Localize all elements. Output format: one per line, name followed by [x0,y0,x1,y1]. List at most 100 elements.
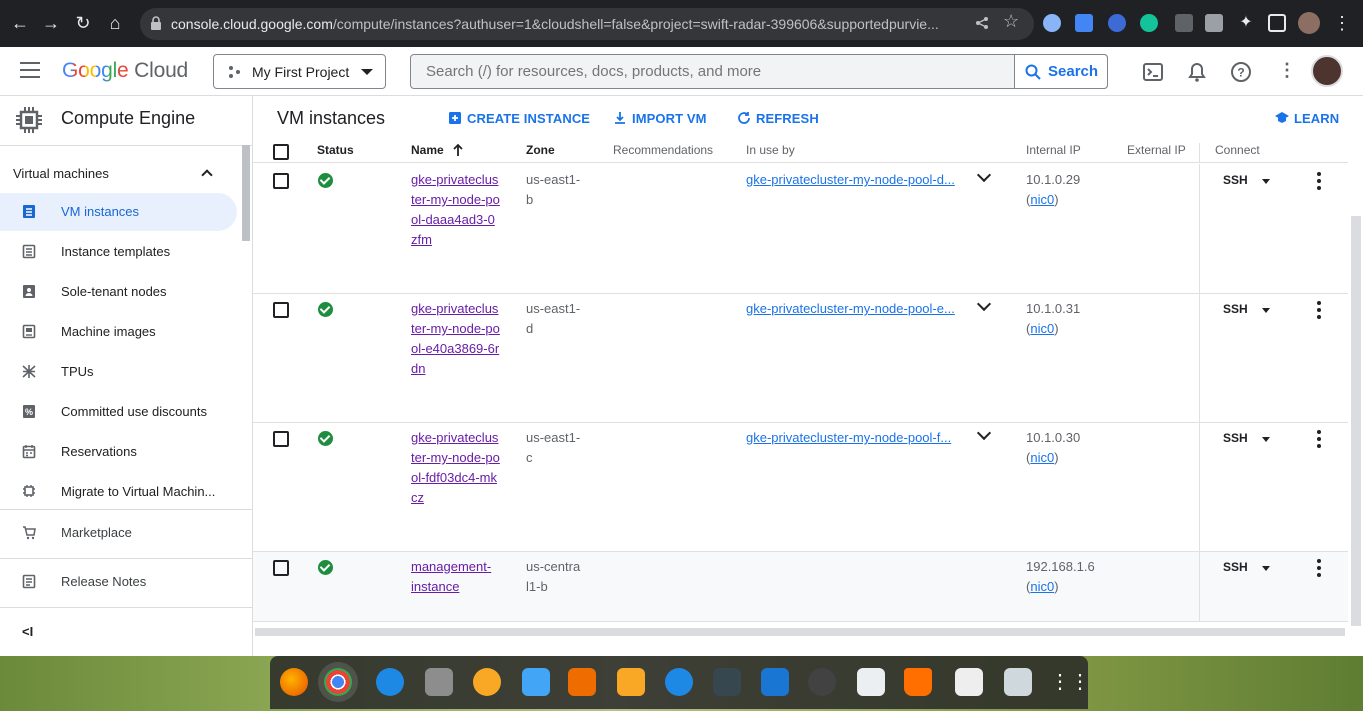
select-all-checkbox[interactable] [273,144,289,160]
share-icon[interactable] [975,16,989,30]
learn-button[interactable]: LEARN [1275,111,1339,126]
ssh-dropdown-icon[interactable] [1262,437,1270,442]
chevron-down-icon[interactable] [976,167,992,183]
row-checkbox[interactable] [273,560,289,576]
browser-menu-icon[interactable]: ⋮ [1331,12,1353,34]
sidebar-item-sole-tenant-nodes[interactable]: Sole-tenant nodes [0,273,237,311]
sidepanel-icon[interactable] [1268,14,1286,32]
nic-link[interactable]: nic0 [1030,450,1054,465]
vlc-icon[interactable] [904,668,932,696]
column-zone[interactable]: Zone [526,143,555,157]
sidebar-item-release-notes[interactable]: Release Notes [0,563,237,601]
back-icon[interactable]: ← [9,12,31,34]
forward-icon[interactable]: → [40,12,62,34]
row-actions-icon[interactable] [1317,430,1321,451]
column-internal-ip[interactable]: Internal IP [1026,143,1081,157]
help-app-icon[interactable] [665,668,693,696]
sidebar-item-marketplace[interactable]: Marketplace [0,514,237,552]
nic-link[interactable]: nic0 [1030,579,1054,594]
nic-link[interactable]: nic0 [1030,192,1054,207]
ssh-button[interactable]: SSH [1223,560,1248,574]
vscode-icon[interactable] [761,668,789,696]
trash-icon[interactable] [1004,668,1032,696]
nav-scrollbar[interactable] [242,145,250,241]
search-button[interactable]: Search [1014,54,1108,89]
sidebar-item-vm-instances[interactable]: VM instances [0,193,237,231]
sort-ascending-icon[interactable] [452,143,464,157]
star-icon[interactable]: ☆ [1003,11,1019,32]
ssh-dropdown-icon[interactable] [1262,566,1270,571]
terminal-icon[interactable] [713,668,741,696]
flatpak-icon[interactable] [857,668,885,696]
extension-radio-icon[interactable] [1075,14,1093,32]
extension-diamond-icon[interactable] [1108,14,1126,32]
instance-name-link[interactable]: gke-privatecluster-my-node-pool-fdf03dc4… [411,428,501,508]
extension-pen-icon[interactable] [1175,14,1193,32]
ssh-dropdown-icon[interactable] [1262,308,1270,313]
account-avatar[interactable] [1311,55,1343,87]
ssh-button[interactable]: SSH [1223,431,1248,445]
column-connect[interactable]: Connect [1215,143,1260,157]
sidebar-item-committed-use-discounts[interactable]: % Committed use discounts [0,393,237,431]
writer-icon[interactable] [522,668,550,696]
puzzle-icon[interactable]: ✦ [1235,12,1257,34]
extension-photo-icon[interactable] [1205,14,1223,32]
sidebar-item-instance-templates[interactable]: Instance templates [0,233,237,271]
instance-name-link[interactable]: management-instance [411,557,511,597]
row-actions-icon[interactable] [1317,172,1321,193]
app-center-icon[interactable] [568,668,596,696]
sidebar-item-reservations[interactable]: Reservations [0,433,237,471]
extension-cloud-icon[interactable] [1043,14,1061,32]
files-icon[interactable] [425,668,453,696]
refresh-button[interactable]: REFRESH [738,111,819,126]
project-selector[interactable]: My First Project [213,54,386,89]
text-editor-icon[interactable] [955,668,983,696]
column-status[interactable]: Status [317,143,354,157]
row-checkbox[interactable] [273,431,289,447]
ssh-dropdown-icon[interactable] [1262,179,1270,184]
firefox-icon[interactable] [280,668,308,696]
chevron-up-icon[interactable] [201,169,213,181]
rhythmbox-icon[interactable] [473,668,501,696]
cloud-shell-icon[interactable] [1142,61,1164,83]
collapse-nav-icon[interactable]: <I [22,624,33,639]
instance-name-link[interactable]: gke-privatecluster-my-node-pool-e40a3869… [411,299,501,379]
network-icon[interactable] [617,668,645,696]
row-checkbox[interactable] [273,173,289,189]
chevron-down-icon[interactable] [976,296,992,312]
ssh-button[interactable]: SSH [1223,302,1248,316]
vertical-scrollbar[interactable] [1351,216,1361,626]
thunderbird-icon[interactable] [376,668,404,696]
profile-avatar[interactable] [1298,12,1320,34]
search-input[interactable] [411,55,1014,88]
column-external-ip[interactable]: External IP [1127,143,1186,157]
sidebar-item-migrate[interactable]: Migrate to Virtual Machin... [0,473,237,511]
notifications-icon[interactable] [1186,61,1208,83]
obs-icon[interactable] [808,668,836,696]
sidebar-item-machine-images[interactable]: Machine images [0,313,237,351]
sidebar-item-tpus[interactable]: TPUs [0,353,237,391]
instance-name-link[interactable]: gke-privatecluster-my-node-pool-daaa4ad3… [411,170,501,250]
address-bar[interactable]: console.cloud.google.com/compute/instanc… [140,8,1034,40]
google-cloud-logo[interactable]: Google Cloud [62,59,188,83]
chevron-down-icon[interactable] [976,425,992,441]
column-in-use-by[interactable]: In use by [746,143,795,157]
in-use-by-link[interactable]: gke-privatecluster-my-node-pool-e... [746,299,955,319]
grammarly-icon[interactable] [1140,14,1158,32]
hamburger-menu-icon[interactable] [20,62,40,78]
in-use-by-link[interactable]: gke-privatecluster-my-node-pool-d... [746,170,955,190]
in-use-by-link[interactable]: gke-privatecluster-my-node-pool-f... [746,428,951,448]
column-name[interactable]: Name [411,143,444,157]
reload-icon[interactable]: ↻ [72,12,94,34]
chrome-icon[interactable] [324,668,352,696]
more-options-icon[interactable]: ⋮ [1278,60,1296,81]
row-actions-icon[interactable] [1317,301,1321,322]
nic-link[interactable]: nic0 [1030,321,1054,336]
ssh-button[interactable]: SSH [1223,173,1248,187]
row-actions-icon[interactable] [1317,559,1321,580]
horizontal-scrollbar[interactable] [255,628,1345,636]
section-virtual-machines[interactable]: Virtual machines [13,166,109,181]
column-recommendations[interactable]: Recommendations [613,143,713,157]
create-instance-button[interactable]: CREATE INSTANCE [449,111,590,126]
home-icon[interactable]: ⌂ [104,12,126,34]
